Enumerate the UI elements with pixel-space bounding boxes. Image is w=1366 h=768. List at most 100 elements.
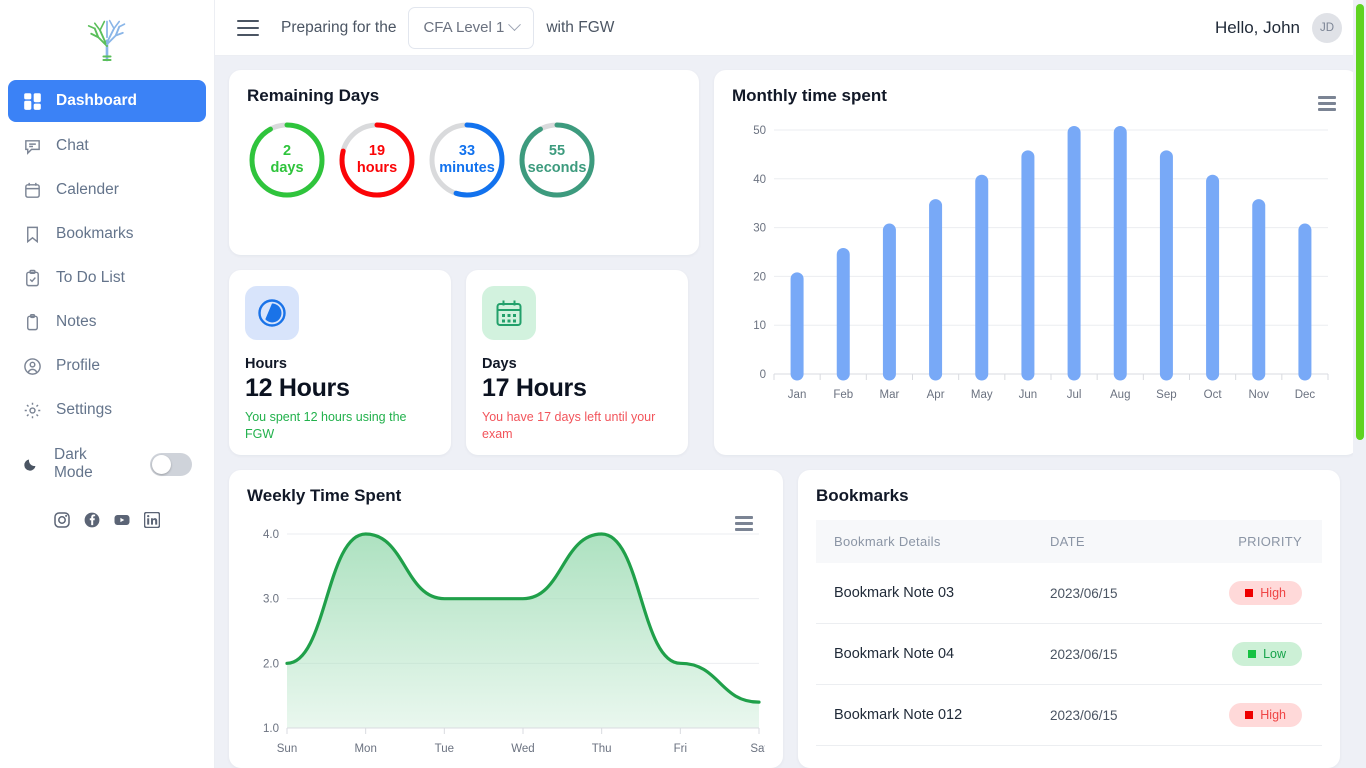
scrollbar-thumb[interactable] xyxy=(1356,4,1364,440)
countdown-unit: seconds xyxy=(527,160,587,176)
sidebar-item-settings[interactable]: Settings xyxy=(8,390,206,430)
sidebar-item-to-do-list[interactable]: To Do List xyxy=(8,258,206,298)
hamburger-menu-icon[interactable] xyxy=(237,19,259,36)
avatar[interactable]: JD xyxy=(1312,12,1342,43)
chart-export-menu-icon[interactable] xyxy=(735,516,753,531)
main-area: Preparing for the CFA Level 1 with FGW H… xyxy=(215,0,1366,768)
social-links xyxy=(0,512,214,528)
svg-text:Sat: Sat xyxy=(750,743,765,755)
left-column: Remaining Days 2 days 19 hours 33 minute… xyxy=(229,70,699,455)
sidebar: Dashboard Chat Calender Bookmarks To Do … xyxy=(0,0,215,768)
svg-text:Oct: Oct xyxy=(1204,389,1223,401)
linkedin-icon[interactable] xyxy=(144,512,160,528)
weekly-time-chart-card: Weekly Time Spent 1.0 2.0 3.0 4.0 Sun Mon Tue W… xyxy=(229,470,783,768)
status-badge-label: Low xyxy=(1263,647,1286,661)
bottom-row: Weekly Time Spent 1.0 2.0 3.0 4.0 Sun Mon Tue W… xyxy=(229,470,1340,768)
monthly-chart-title: Monthly time spent xyxy=(732,86,887,105)
countdown-value: 19 xyxy=(368,143,386,160)
sidebar-item-dashboard[interactable]: Dashboard xyxy=(8,80,206,122)
stat-description: You have 17 days left until your exam xyxy=(482,410,656,441)
status-badge: Low xyxy=(1232,642,1302,666)
countdown-value: 2 xyxy=(282,143,292,160)
countdown-unit: hours xyxy=(356,160,398,176)
column-header-date: DATE xyxy=(1031,520,1159,563)
table-row[interactable]: Bookmark Note 03 2023/06/15 High xyxy=(816,563,1322,624)
sidebar-item-label: Calender xyxy=(56,181,119,198)
column-header-priority: PRIORITY xyxy=(1158,520,1322,563)
table-row[interactable]: Bookmark Note 04 2023/06/15 Low xyxy=(816,623,1322,685)
exam-level-select[interactable]: CFA Level 1 xyxy=(408,6,535,49)
stat-card-hours: Hours 12 Hours You spent 12 hours using … xyxy=(229,270,451,455)
svg-text:May: May xyxy=(971,389,993,401)
svg-text:Sep: Sep xyxy=(1156,389,1176,401)
bookmark-name: Bookmark Note 012 xyxy=(816,684,1032,746)
sidebar-item-calender[interactable]: Calender xyxy=(8,170,206,210)
bookmarks-card: Bookmarks Bookmark Details DATE PRIORITY xyxy=(798,470,1340,768)
chevron-down-icon xyxy=(508,18,522,32)
bookmark-priority-cell: Low xyxy=(1158,623,1322,685)
user-circle-icon xyxy=(22,356,42,376)
svg-text:Feb: Feb xyxy=(833,389,853,401)
status-square-icon xyxy=(1245,711,1254,719)
bookmark-date: 2023/06/15 xyxy=(1031,623,1159,685)
table-row[interactable]: Bookmark Note 012 2023/06/15 High xyxy=(816,684,1322,746)
facebook-icon[interactable] xyxy=(84,512,100,528)
countdown-value: 33 xyxy=(458,143,476,160)
bookmarks-title: Bookmarks xyxy=(816,486,909,505)
countdown-unit: minutes xyxy=(439,160,495,176)
weekly-chart-title: Weekly Time Spent xyxy=(247,486,402,505)
stat-value: 12 Hours xyxy=(245,374,350,402)
topbar-suffix-text: with FGW xyxy=(546,18,615,36)
svg-text:Apr: Apr xyxy=(927,389,945,401)
svg-text:Nov: Nov xyxy=(1249,389,1270,401)
bookmarks-table: Bookmark Details DATE PRIORITY Bookmark … xyxy=(816,520,1322,746)
status-badge: High xyxy=(1229,703,1302,727)
svg-text:0: 0 xyxy=(760,369,766,381)
bookmark-priority-cell: High xyxy=(1158,563,1322,624)
sidebar-item-label: Bookmarks xyxy=(56,225,134,242)
bookmark-name: Bookmark Note 03 xyxy=(816,563,1032,624)
svg-text:Jul: Jul xyxy=(1067,389,1082,401)
clipboard-check-icon xyxy=(22,268,42,288)
sidebar-item-chat[interactable]: Chat xyxy=(8,126,206,166)
svg-text:4.0: 4.0 xyxy=(263,529,279,541)
topbar-prefix-text: Preparing for the xyxy=(281,18,397,36)
svg-text:10: 10 xyxy=(753,320,766,332)
sidebar-nav: Dashboard Chat Calender Bookmarks To Do … xyxy=(0,78,214,432)
youtube-icon[interactable] xyxy=(114,512,130,528)
dark-mode-toggle[interactable] xyxy=(150,452,192,476)
top-row: Remaining Days 2 days 19 hours 33 minute… xyxy=(229,70,1358,455)
countdown-ring-seconds: 55 seconds xyxy=(517,120,597,200)
dashboard-content: Remaining Days 2 days 19 hours 33 minute… xyxy=(215,56,1366,768)
logo-container[interactable] xyxy=(0,0,214,78)
sidebar-item-label: Profile xyxy=(56,357,100,374)
page-scrollbar[interactable] xyxy=(1353,0,1366,768)
svg-text:Jan: Jan xyxy=(788,389,807,401)
stat-label: Days xyxy=(482,356,517,372)
svg-text:Jun: Jun xyxy=(1019,389,1038,401)
svg-text:Dec: Dec xyxy=(1295,389,1316,401)
topbar: Preparing for the CFA Level 1 with FGW H… xyxy=(215,0,1366,56)
column-header-details: Bookmark Details xyxy=(816,520,1032,563)
bookmarks-table-body: Bookmark Note 03 2023/06/15 High Bookmar… xyxy=(816,563,1322,746)
table-header-row: Bookmark Details DATE PRIORITY xyxy=(816,520,1322,563)
chart-export-menu-icon[interactable] xyxy=(1318,96,1336,111)
countdown-ring-label: 19 hours xyxy=(337,120,417,200)
sidebar-item-profile[interactable]: Profile xyxy=(8,346,206,386)
countdown-ring-minutes: 33 minutes xyxy=(427,120,507,200)
sidebar-item-label: To Do List xyxy=(56,269,125,286)
countdown-ring-days: 2 days xyxy=(247,120,327,200)
remaining-days-title: Remaining Days xyxy=(247,86,380,105)
status-badge: High xyxy=(1229,581,1302,605)
sidebar-item-notes[interactable]: Notes xyxy=(8,302,206,342)
svg-text:Sun: Sun xyxy=(277,743,297,755)
svg-text:Thu: Thu xyxy=(592,743,612,755)
instagram-icon[interactable] xyxy=(54,512,70,528)
sidebar-item-label: Chat xyxy=(56,137,89,154)
stat-description: You spent 12 hours using the FGW xyxy=(245,410,407,441)
monthly-time-chart-card: Monthly time spent 0 10 20 30 40 50 Jan Feb Mar A… xyxy=(714,70,1358,455)
bookmarks-table-head: Bookmark Details DATE PRIORITY xyxy=(816,520,1322,563)
svg-text:Wed: Wed xyxy=(511,743,534,755)
sidebar-item-bookmarks[interactable]: Bookmarks xyxy=(8,214,206,254)
svg-text:30: 30 xyxy=(753,223,766,235)
